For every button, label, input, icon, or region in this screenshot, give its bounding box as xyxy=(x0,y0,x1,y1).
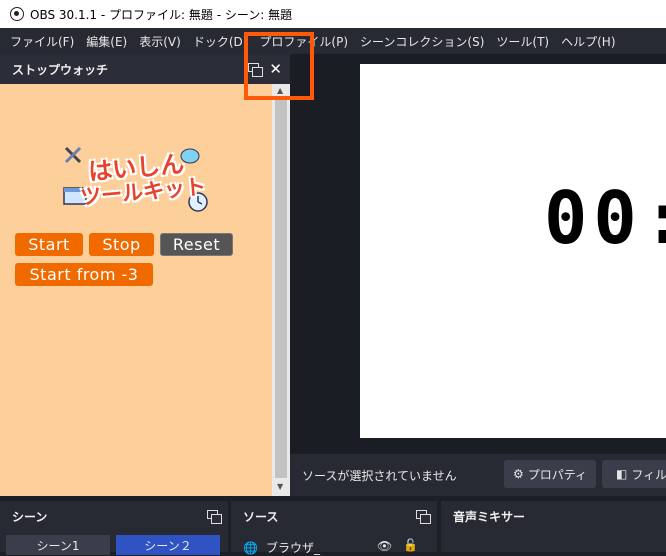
source-item-label: ブラウザ_ xyxy=(265,541,320,555)
float-dock-icon[interactable] xyxy=(416,510,431,524)
sources-dock-title: ソース xyxy=(243,509,279,524)
window-title: OBS 30.1.1 - プロファイル: 無題 - シーン: 無題 xyxy=(30,7,293,22)
source-item[interactable]: 🌐 ブラウザ_ xyxy=(243,539,320,556)
sources-dock-header: ソース xyxy=(231,501,437,531)
gear-icon: ⚙ xyxy=(512,467,524,481)
preview-area: 00:0 ソースが選択されていません ⚙ プロパティ ◧ フィルタ xyxy=(290,54,666,496)
menu-view[interactable]: 表示(V) xyxy=(133,33,187,50)
no-source-label: ソースが選択されていません xyxy=(302,468,457,483)
menu-tools[interactable]: ツール(T) xyxy=(490,33,555,50)
scrollbar-thumb[interactable] xyxy=(275,98,287,478)
source-context-bar: ソースが選択されていません ⚙ プロパティ ◧ フィルタ xyxy=(290,454,666,496)
audio-mixer-dock-header: 音声ミキサー xyxy=(441,501,666,531)
menu-edit[interactable]: 編集(E) xyxy=(80,33,133,50)
start-button[interactable]: Start xyxy=(15,233,83,256)
scenes-dock-title: シーン xyxy=(12,509,48,524)
sources-dock: ソース 🌐 ブラウザ_ 👁 🔓 xyxy=(231,501,437,555)
menu-scene-collection[interactable]: シーンコレクション(S) xyxy=(354,33,490,50)
scenes-dock-header: シーン xyxy=(0,501,228,531)
lock-icon[interactable]: 🔓 xyxy=(403,538,418,552)
filters-label: フィルタ xyxy=(631,467,666,482)
stopwatch-dock-title: ストップウォッチ xyxy=(12,62,109,77)
preview-canvas[interactable]: 00:0 xyxy=(360,64,666,438)
globe-icon: 🌐 xyxy=(243,540,258,555)
highlight-annotation xyxy=(244,32,314,100)
menu-file[interactable]: ファイル(F) xyxy=(4,33,80,50)
eye-icon[interactable]: 👁 xyxy=(377,539,392,553)
stopwatch-scrollbar[interactable]: ▲ ▼ xyxy=(272,84,290,496)
scroll-down-icon[interactable]: ▼ xyxy=(277,482,283,491)
audio-mixer-dock: 音声ミキサー xyxy=(441,501,666,552)
preview-timer-text: 00:0 xyxy=(544,176,666,260)
menu-help[interactable]: ヘルプ(H) xyxy=(555,33,621,50)
start-from-button[interactable]: Start from -3 xyxy=(15,263,153,286)
filter-icon: ◧ xyxy=(616,467,628,481)
stopwatch-dock: ストップウォッチ ✕ はいしん ツールキット Start Stop Reset … xyxy=(0,54,290,496)
title-bar: OBS 30.1.1 - プロファイル: 無題 - シーン: 無題 xyxy=(0,0,666,28)
filters-button[interactable]: ◧ フィルタ xyxy=(602,460,666,488)
menu-bar: ファイル(F) 編集(E) 表示(V) ドック(D) プロファイル(P) シーン… xyxy=(0,28,666,54)
stopwatch-panel: はいしん ツールキット Start Stop Reset Start from … xyxy=(0,84,272,496)
haishin-toolkit-logo: はいしん ツールキット xyxy=(62,146,212,216)
properties-label: プロパティ xyxy=(527,467,588,482)
properties-button[interactable]: ⚙ プロパティ xyxy=(504,460,596,488)
stop-button[interactable]: Stop xyxy=(89,233,154,256)
obs-logo-icon xyxy=(10,7,24,21)
scene-item-2[interactable]: シーン２ xyxy=(116,535,220,555)
reset-button[interactable]: Reset xyxy=(160,233,233,256)
audio-mixer-dock-title: 音声ミキサー xyxy=(453,509,526,524)
scenes-dock: シーン シーン1 シーン２ xyxy=(0,501,228,555)
float-dock-icon[interactable] xyxy=(207,510,222,524)
scene-item-1[interactable]: シーン1 xyxy=(6,535,110,555)
